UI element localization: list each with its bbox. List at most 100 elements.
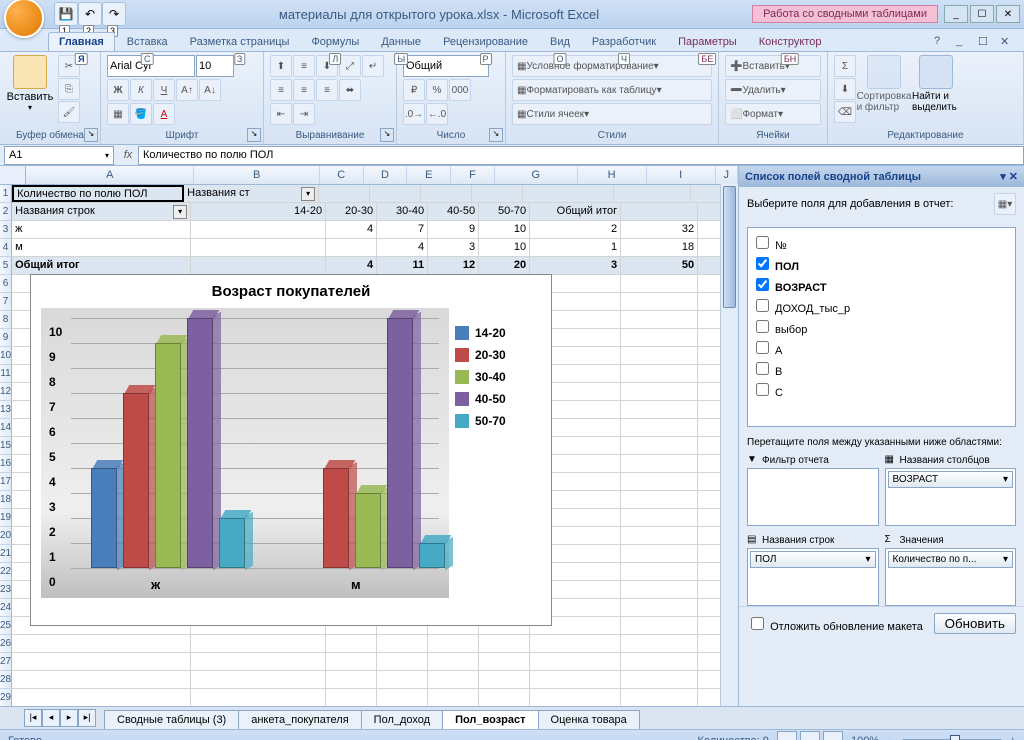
cell[interactable]	[621, 491, 698, 508]
cell[interactable]: 50-70	[479, 203, 530, 220]
cell[interactable]	[370, 185, 421, 202]
cell[interactable]	[621, 203, 698, 220]
cell[interactable]: 3	[530, 257, 621, 274]
cell[interactable]: Количество по полю ПОЛ	[12, 185, 184, 202]
field-В[interactable]: В	[752, 358, 1011, 379]
col-header-B[interactable]: B	[194, 166, 319, 184]
cell[interactable]	[621, 275, 698, 292]
cell[interactable]: 7	[377, 221, 428, 238]
format-cells-button[interactable]: ⬜ Формат ▾	[725, 103, 821, 125]
cell[interactable]	[621, 383, 698, 400]
cell[interactable]	[621, 617, 698, 634]
italic-button[interactable]: К	[130, 79, 152, 101]
tab-Разработчик[interactable]: РазработчикЧ	[582, 33, 666, 51]
cell[interactable]: 18	[621, 239, 698, 256]
number-format-select[interactable]	[403, 55, 489, 77]
col-header-F[interactable]: F	[451, 166, 495, 184]
cell[interactable]	[621, 311, 698, 328]
cell[interactable]	[621, 581, 698, 598]
vertical-scrollbar[interactable]	[720, 184, 738, 706]
cell[interactable]: 11	[377, 257, 428, 274]
sheet-tab-Сводные таблицы (3)[interactable]: Сводные таблицы (3)	[104, 710, 239, 729]
cell[interactable]	[621, 437, 698, 454]
qat-redo-icon[interactable]: ↷3	[102, 2, 126, 26]
cell[interactable]: Названия строк▾	[12, 203, 191, 220]
borders-icon[interactable]: ▦	[107, 103, 129, 125]
qat-undo-icon[interactable]: ↶2	[78, 2, 102, 26]
cell[interactable]: 4	[326, 221, 377, 238]
cell[interactable]	[621, 599, 698, 616]
col-header-D[interactable]: D	[364, 166, 408, 184]
cell[interactable]	[428, 671, 479, 688]
cell[interactable]: 10	[479, 221, 530, 238]
cell[interactable]	[191, 239, 326, 256]
cell[interactable]: 30-40	[377, 203, 428, 220]
cell[interactable]	[530, 635, 621, 652]
cell[interactable]	[479, 671, 530, 688]
shrink-font-icon[interactable]: A↓	[199, 79, 221, 101]
cell[interactable]	[12, 635, 191, 652]
align-right-icon[interactable]: ≡	[316, 79, 338, 101]
tab-Данные[interactable]: ДанныеЫ	[371, 33, 431, 51]
cell[interactable]: Общий итог	[12, 257, 191, 274]
cell[interactable]	[621, 365, 698, 382]
cell[interactable]: ж	[12, 221, 191, 238]
cell[interactable]	[191, 653, 326, 670]
increase-indent-icon[interactable]: ⇥	[293, 103, 315, 125]
cell[interactable]	[621, 545, 698, 562]
cell[interactable]	[326, 239, 377, 256]
zoom-out-button[interactable]: −	[887, 735, 893, 740]
qat-save-icon[interactable]: 💾1	[54, 2, 78, 26]
cell[interactable]: 1	[530, 239, 621, 256]
help-icon[interactable]: ?	[934, 35, 950, 51]
field-ДОХОД_тыс_р[interactable]: ДОХОД_тыс_р	[752, 295, 1011, 316]
cell[interactable]: 32	[621, 221, 698, 238]
tab-Конструктор[interactable]: КонструкторБН	[749, 33, 832, 51]
field-list-close-icon[interactable]: ✕	[1009, 171, 1018, 183]
zoom-in-button[interactable]: +	[1010, 735, 1016, 740]
fill-icon[interactable]: ⬇	[834, 78, 856, 100]
zone-rows[interactable]: ПОЛ▾	[747, 548, 879, 606]
cell[interactable]	[326, 689, 377, 706]
cell[interactable]	[621, 653, 698, 670]
tab-nav-last-icon[interactable]: ▸|	[78, 709, 96, 727]
cell[interactable]	[319, 185, 370, 202]
cell[interactable]	[377, 635, 428, 652]
minimize-button[interactable]: _	[944, 5, 968, 23]
cell[interactable]	[530, 671, 621, 688]
cell[interactable]	[191, 635, 326, 652]
cell[interactable]	[428, 653, 479, 670]
tab-Вид[interactable]: ВидО	[540, 33, 580, 51]
maximize-button[interactable]: ☐	[970, 5, 994, 23]
tab-Разметка страницы[interactable]: Разметка страницыЗ	[180, 33, 300, 51]
field-ПОЛ[interactable]: ПОЛ	[752, 253, 1011, 274]
currency-icon[interactable]: ₽	[403, 79, 425, 101]
cell[interactable]: 9	[428, 221, 479, 238]
zone-item-vozrast[interactable]: ВОЗРАСТ▾	[888, 471, 1014, 488]
underline-button[interactable]: Ч	[153, 79, 175, 101]
tab-Главная[interactable]: ГлавнаяЯ	[48, 32, 115, 51]
cell[interactable]	[621, 293, 698, 310]
decrease-decimal-icon[interactable]: ←.0	[426, 103, 448, 125]
cell[interactable]	[621, 329, 698, 346]
cell[interactable]	[530, 689, 621, 706]
cell[interactable]	[472, 185, 523, 202]
cell[interactable]	[377, 671, 428, 688]
view-normal-icon[interactable]	[777, 731, 797, 740]
format-painter-icon[interactable]: 🖌	[58, 101, 80, 123]
cell[interactable]: 50	[621, 257, 698, 274]
orientation-icon[interactable]: ⤢	[339, 55, 361, 77]
cell[interactable]	[12, 653, 191, 670]
clear-icon[interactable]: ⌫	[834, 101, 856, 123]
font-color-icon[interactable]: A	[153, 103, 175, 125]
name-box[interactable]: A1▾	[4, 146, 114, 165]
field-выбор[interactable]: выбор	[752, 316, 1011, 337]
fill-color-icon[interactable]: 🪣	[130, 103, 152, 125]
field-С[interactable]: С	[752, 379, 1011, 400]
col-header-H[interactable]: H	[578, 166, 647, 184]
cell[interactable]	[621, 455, 698, 472]
delete-cells-button[interactable]: ➖ Удалить ▾	[725, 79, 821, 101]
insert-cells-button[interactable]: ➕ Вставить ▾	[725, 55, 821, 77]
sheet-tab-Пол_возраст[interactable]: Пол_возраст	[442, 710, 538, 729]
cell[interactable]: 4	[377, 239, 428, 256]
